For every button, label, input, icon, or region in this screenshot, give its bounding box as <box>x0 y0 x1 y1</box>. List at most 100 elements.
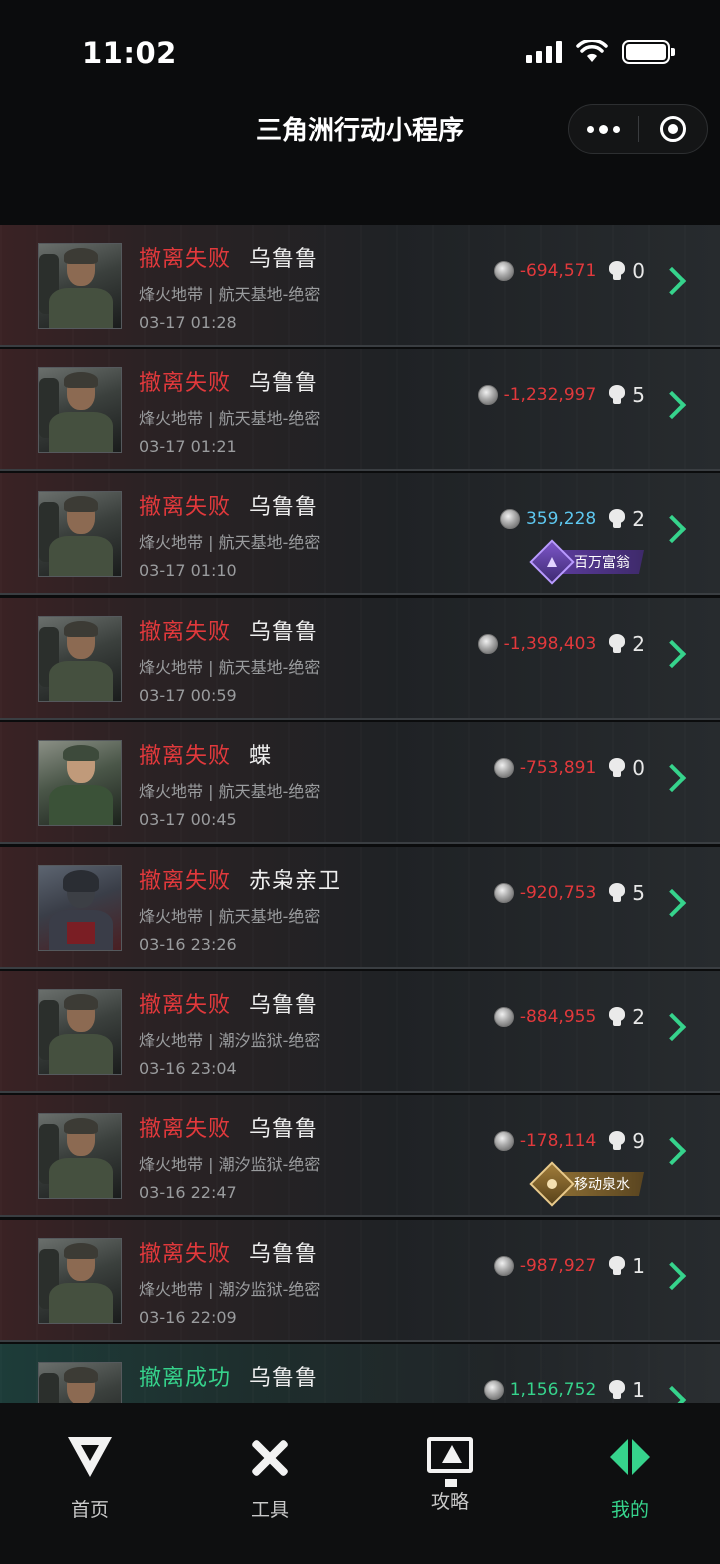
extraction-result: 撤离失败 <box>139 495 232 520</box>
kill-count: 0 <box>632 756 645 780</box>
match-record-row[interactable]: 撤离失败 乌鲁鲁 烽火地带 | 航天基地-绝密 03-17 00:59 -1,398,4… <box>0 598 720 720</box>
operator-name: 乌鲁鲁 <box>249 620 319 645</box>
cellular-signal-icon <box>526 41 562 63</box>
target-circle-icon <box>659 116 686 142</box>
match-stats: -884,955 2 <box>493 1005 645 1029</box>
operator-avatar <box>38 740 122 826</box>
achievement-badge: 百万富翁 <box>529 539 644 585</box>
match-stats: -178,114 9 <box>493 1129 645 1153</box>
operator-avatar <box>38 491 122 577</box>
tab-label: 攻略 <box>430 1491 469 1513</box>
match-record-row[interactable]: 撤离失败 赤枭亲卫 烽火地带 | 航天基地-绝密 03-16 23:26 -920,75… <box>0 847 720 969</box>
asset-change-value: -1,398,403 <box>503 634 597 654</box>
match-stats: -1,398,403 2 <box>477 632 645 656</box>
tab-label: 工具 <box>250 1499 289 1521</box>
match-record-row[interactable]: 撤离成功 乌鲁鲁 1,156,752 1 <box>0 1344 720 1403</box>
match-stats: 359,228 2 <box>499 507 645 531</box>
match-record-row[interactable]: 撤离失败 乌鲁鲁 烽火地带 | 航天基地-绝密 03-17 01:10 359,228 2… <box>0 473 720 595</box>
capsule-menu <box>568 104 708 154</box>
operator-avatar <box>38 1113 122 1199</box>
asset-change-value: 359,228 <box>525 509 597 529</box>
asset-change-value: -753,891 <box>519 758 597 778</box>
mine-icon <box>606 1433 654 1481</box>
map-mode: 烽火地带 | 潮汐监狱-绝密 <box>139 1031 321 1050</box>
chevron-right-icon[interactable] <box>657 514 687 544</box>
match-datetime: 03-17 00:59 <box>139 686 237 705</box>
coin-icon <box>493 261 514 281</box>
operator-avatar <box>38 243 122 329</box>
battery-icon <box>622 40 675 64</box>
skull-icon <box>608 385 626 405</box>
map-mode: 烽火地带 | 航天基地-绝密 <box>139 533 321 552</box>
match-record-row[interactable]: 撤离失败 乌鲁鲁 烽火地带 | 航天基地-绝密 03-17 01:21 -1,232,9… <box>0 349 720 471</box>
match-stats: -1,232,997 5 <box>477 383 645 407</box>
map-mode: 烽火地带 | 航天基地-绝密 <box>139 782 321 801</box>
chevron-right-icon[interactable] <box>657 390 687 420</box>
chevron-right-icon[interactable] <box>657 1261 687 1291</box>
extraction-result: 撤离失败 <box>139 869 232 894</box>
status-bar: 11:02 <box>0 0 720 100</box>
operator-avatar <box>38 1362 122 1403</box>
map-mode: 烽火地带 | 航天基地-绝密 <box>139 658 321 677</box>
bottom-tab-bar: 首页 工具 攻略 我的 <box>0 1403 720 1564</box>
match-record-row[interactable]: 撤离失败蝶烽火地带 | 航天基地-绝密 03-17 00:45 -753,891 0 <box>0 722 720 844</box>
kill-count: 2 <box>632 507 645 531</box>
tab-tools[interactable]: 工具 <box>180 1403 360 1523</box>
match-record-list[interactable]: 烽火地带 | 航天基地-绝密03-17 18:02百万富翁撤离失败乌鲁鲁烽火地带… <box>0 100 720 1403</box>
tab-guide[interactable]: 攻略 <box>360 1403 540 1523</box>
chevron-right-icon[interactable] <box>657 1385 687 1403</box>
match-record-row[interactable]: 撤离失败 乌鲁鲁 烽火地带 | 潮汐监狱-绝密 03-16 22:09 -987,927… <box>0 1220 720 1342</box>
more-options-icon[interactable] <box>569 105 638 153</box>
coin-icon <box>493 883 514 903</box>
skull-icon <box>608 1380 626 1400</box>
match-datetime: 03-16 22:09 <box>139 1308 237 1327</box>
tab-mine[interactable]: 我的 <box>540 1403 720 1523</box>
kill-count: 1 <box>632 1254 645 1278</box>
tools-icon <box>246 1433 294 1481</box>
tab-label: 首页 <box>70 1499 109 1521</box>
operator-name: 乌鲁鲁 <box>249 1242 319 1267</box>
match-datetime: 03-17 01:21 <box>139 437 237 456</box>
close-mini-program-button[interactable] <box>639 105 708 153</box>
map-mode: 烽火地带 | 航天基地-绝密 <box>139 285 321 304</box>
kill-count: 5 <box>632 383 645 407</box>
skull-icon <box>608 758 626 778</box>
extraction-result: 撤离失败 <box>139 371 232 396</box>
match-stats: -753,891 0 <box>493 756 645 780</box>
kill-count: 5 <box>632 881 645 905</box>
match-stats: 1,156,752 1 <box>483 1378 645 1402</box>
kill-count: 2 <box>632 632 645 656</box>
operator-name: 乌鲁鲁 <box>249 495 319 520</box>
skull-icon <box>608 509 626 529</box>
chevron-right-icon[interactable] <box>657 1136 687 1166</box>
chevron-right-icon[interactable] <box>657 639 687 669</box>
coin-icon <box>493 1131 514 1151</box>
match-stats: -694,571 0 <box>493 259 645 283</box>
match-record-row[interactable]: 撤离失败 乌鲁鲁 烽火地带 | 潮汐监狱-绝密 03-16 22:47 -178,114… <box>0 1095 720 1217</box>
match-record-row[interactable]: 撤离失败 乌鲁鲁 烽火地带 | 航天基地-绝密 03-17 01:28 -694,571… <box>0 225 720 347</box>
home-icon <box>66 1433 114 1481</box>
chevron-right-icon[interactable] <box>657 763 687 793</box>
extraction-result: 撤离失败 <box>139 993 232 1018</box>
chevron-right-icon[interactable] <box>657 266 687 296</box>
asset-change-value: -1,232,997 <box>503 385 597 405</box>
match-record-row[interactable]: 撤离失败 乌鲁鲁 烽火地带 | 潮汐监狱-绝密 03-16 23:04 -884,955… <box>0 971 720 1093</box>
match-datetime: 03-17 01:28 <box>139 313 237 332</box>
operator-avatar <box>38 865 122 951</box>
skull-icon <box>608 1131 626 1151</box>
extraction-result: 撤离失败 <box>139 1117 232 1142</box>
operator-name: 乌鲁鲁 <box>249 247 319 272</box>
map-mode: 烽火地带 | 航天基地-绝密 <box>139 907 321 926</box>
operator-name: 乌鲁鲁 <box>249 371 319 396</box>
kill-count: 9 <box>632 1129 645 1153</box>
skull-icon <box>608 1256 626 1276</box>
skull-icon <box>608 261 626 281</box>
extraction-result: 撤离失败 <box>139 1242 232 1267</box>
chevron-right-icon[interactable] <box>657 888 687 918</box>
chevron-right-icon[interactable] <box>657 1012 687 1042</box>
operator-avatar <box>38 1238 122 1324</box>
tab-home[interactable]: 首页 <box>0 1403 180 1523</box>
coin-icon <box>493 1256 514 1276</box>
operator-name: 乌鲁鲁 <box>249 993 319 1018</box>
status-time: 11:02 <box>82 36 177 70</box>
